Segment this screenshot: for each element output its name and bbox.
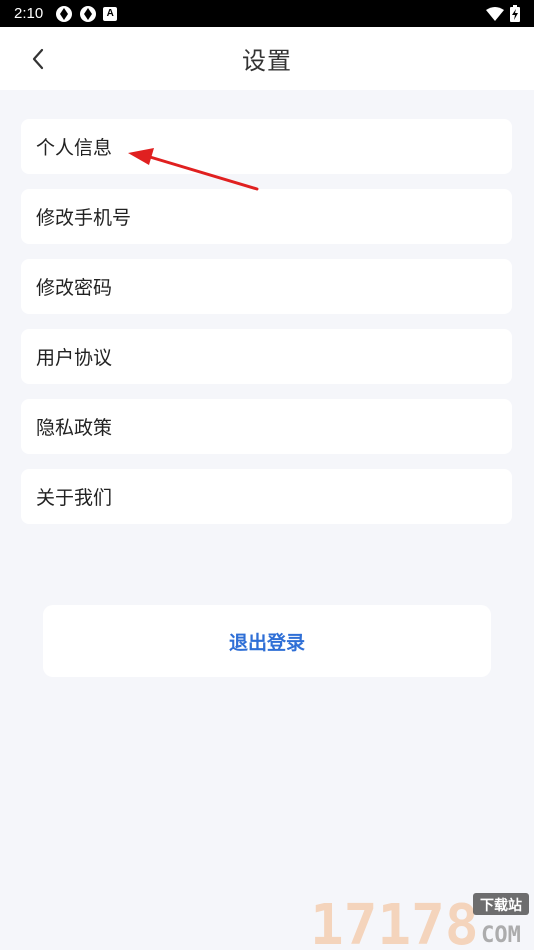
menu-item-label: 用户协议 [36,347,113,369]
status-system-icons [486,5,520,22]
back-button[interactable] [20,41,56,77]
settings-screen: 2:10 A 设置 个人信息 修改手机号 修改密码 用户协议 隐私政策 关于我们… [0,0,534,950]
page-title: 设置 [242,47,292,75]
app-notification-icon [80,5,97,22]
menu-item-privacy-policy[interactable]: 隐私政策 [21,399,512,454]
wifi-icon [486,6,504,21]
menu-item-label: 关于我们 [36,487,113,509]
menu-item-label: 隐私政策 [36,417,113,439]
battery-charging-icon [510,5,520,22]
a-notification-letter: A [106,8,114,19]
status-bar: 2:10 A [0,0,534,27]
app-notification-icon [56,5,73,22]
status-time: 2:10 [14,5,44,22]
header-bar: 设置 [0,27,534,90]
chevron-left-icon [32,48,44,70]
menu-item-change-phone[interactable]: 修改手机号 [21,189,512,244]
a-notification-icon: A [103,6,118,21]
watermark-number: 17178 [310,893,479,948]
settings-menu-list: 个人信息 修改手机号 修改密码 用户协议 隐私政策 关于我们 [21,119,512,539]
menu-item-label: 修改手机号 [36,207,132,229]
menu-item-label: 个人信息 [36,137,113,159]
watermark-logo: 17178 下载站 COM [310,888,530,950]
watermark-domain: COM [481,923,521,948]
logout-button[interactable]: 退出登录 [43,605,491,677]
menu-item-about-us[interactable]: 关于我们 [21,469,512,524]
status-notifications: A [55,5,118,23]
menu-item-label: 修改密码 [36,277,113,299]
watermark-logo-icon: 17178 下载站 COM [310,893,529,950]
logout-label: 退出登录 [228,631,305,654]
menu-item-change-password[interactable]: 修改密码 [21,259,512,314]
watermark-tag: 下载站 [480,897,522,914]
menu-item-user-agreement[interactable]: 用户协议 [21,329,512,384]
menu-item-personal-info[interactable]: 个人信息 [21,119,512,174]
